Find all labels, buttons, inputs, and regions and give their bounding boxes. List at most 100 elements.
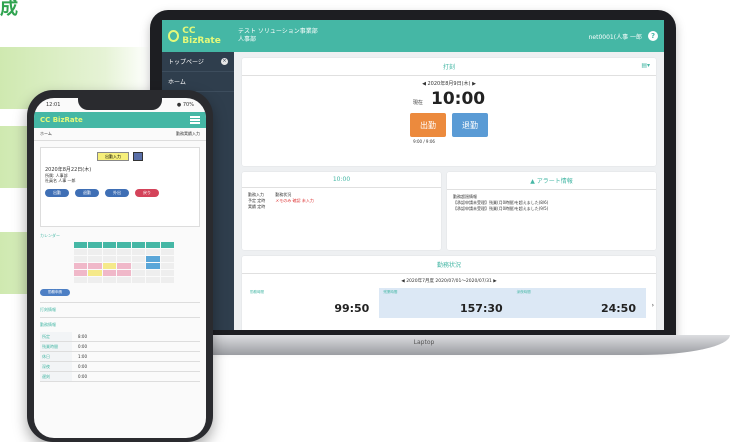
phone-home-link[interactable]: ホーム	[40, 131, 52, 137]
calendar-cell[interactable]	[74, 277, 88, 283]
schedule-card-title: 10:00	[242, 172, 442, 188]
sidebar-item-top[interactable]: トップページ ×	[162, 52, 234, 72]
calendar-cell[interactable]	[74, 249, 88, 255]
phone-subnav: ホーム 勤務実績入力	[34, 128, 206, 141]
calendar-cell[interactable]	[131, 270, 146, 276]
sidebar-item-label: トップページ	[168, 59, 204, 66]
calendar-cell[interactable]	[102, 270, 117, 276]
summary-value: 24:50	[600, 302, 636, 315]
phone-clock-out-button[interactable]: 退勤	[75, 189, 99, 197]
calendar-cell[interactable]	[88, 256, 102, 262]
calendar-cell	[88, 242, 102, 248]
phone: 12:01 ● 70% CC BizRate ホーム 勤務実績入力 出勤入力 2…	[27, 90, 213, 442]
calendar-cell[interactable]	[131, 249, 146, 255]
close-icon[interactable]: ×	[221, 58, 228, 65]
calendar-cell[interactable]	[88, 270, 102, 276]
summary-cell-overtime: 残業時間 157:30	[379, 288, 513, 318]
calendar-cell[interactable]	[160, 256, 174, 262]
table-row: 所定 8:00	[40, 332, 200, 342]
alert-line[interactable]: 【承認申請未受理】残業(月0時間)を超えました(9/5)	[453, 206, 650, 212]
help-icon[interactable]: ?	[648, 31, 658, 41]
calendar-cell[interactable]	[102, 263, 117, 269]
calendar-cell[interactable]	[146, 256, 160, 262]
department-name: 人事部	[238, 36, 257, 43]
calendar-cell[interactable]	[131, 256, 146, 262]
calendar-cell	[117, 242, 131, 248]
phone-info-line: 社員名 人事 一郎	[45, 178, 76, 183]
phone-out-button[interactable]: 外出	[105, 189, 129, 197]
calendar-cell[interactable]	[88, 277, 102, 283]
summary-cell-work: 勤務時間 99:50	[246, 288, 379, 318]
phone-calendar-icon[interactable]	[133, 152, 143, 161]
user-name[interactable]: net0001(人事 一郎	[589, 32, 642, 41]
table-value: 0:00	[78, 344, 87, 349]
phone-buttons: 出勤 退勤 外出 戻り	[45, 189, 195, 197]
schedule-link[interactable]: メモのみ 確認 未入力	[275, 198, 314, 204]
calendar-cell	[102, 242, 117, 248]
sidebar-item-label: ホーム	[168, 79, 186, 86]
calendar-cell[interactable]	[146, 277, 160, 283]
summary-period: ◀ 2020年7月度 2020/07/01〜2020/07/31 ▶	[401, 279, 497, 284]
app-logo[interactable]: CC BizRate	[168, 26, 232, 46]
phone-punch-select[interactable]: 出勤入力	[97, 152, 129, 161]
calendar-cell[interactable]	[102, 249, 117, 255]
phone-logo[interactable]: CC BizRate	[40, 116, 83, 124]
clock-date: ◀ 2020年8月9日(木) ▶	[422, 81, 476, 87]
calendar-cell[interactable]	[146, 263, 160, 269]
logo-icon	[168, 30, 180, 42]
calendar-cell[interactable]	[160, 263, 174, 269]
alert-card: ▲ アラート情報 勤務超過情報 【承認申請未受理】残業(月0時間)を超えました(…	[447, 172, 656, 250]
phone-section-work: 勤務情報	[40, 317, 200, 328]
calendar-cell[interactable]	[146, 249, 160, 255]
calendar-cell[interactable]	[88, 249, 102, 255]
calendar-cell[interactable]	[74, 256, 88, 262]
calendar-cell[interactable]	[117, 270, 131, 276]
calendar-cell[interactable]	[131, 263, 146, 269]
logo-text: CC BizRate	[182, 26, 221, 46]
clock-sub: 9:00 / 9:06	[413, 139, 435, 144]
summary-card-title: 勤務状況	[242, 256, 656, 274]
phone-clock-in-button[interactable]: 出勤	[45, 189, 69, 197]
table-key: 所定	[40, 332, 72, 341]
clock-out-button[interactable]: 退勤	[452, 113, 488, 137]
table-row: 深夜 0:00	[40, 362, 200, 372]
sidebar-item-home[interactable]: ホーム	[162, 72, 234, 92]
calendar-cell	[146, 242, 160, 248]
summary-label: 残業時間	[383, 290, 398, 294]
calendar-cell[interactable]	[102, 256, 117, 262]
app-header: CC BizRate テスト ソリューション事業部 人事部 net0001(人事…	[162, 20, 664, 52]
calendar-cell[interactable]	[117, 277, 131, 283]
calendar-cell[interactable]	[146, 270, 160, 276]
summary-value: 157:30	[459, 302, 503, 315]
next-arrow-icon[interactable]: ›	[652, 302, 654, 309]
calendar-cell[interactable]	[88, 263, 102, 269]
table-row: 遅刻 0:00	[40, 372, 200, 382]
calendar-cell[interactable]	[117, 249, 131, 255]
current-time: 10:00	[430, 89, 486, 109]
phone-notch	[78, 98, 162, 110]
hamburger-menu-icon[interactable]	[190, 116, 200, 124]
heading-fragment: 成	[0, 0, 18, 19]
phone-return-button[interactable]: 戻り	[135, 189, 159, 197]
phone-calendar-title: カレンダー	[40, 233, 60, 238]
calendar-grid	[74, 242, 174, 283]
phone-request-button[interactable]: 勤務申請	[40, 289, 70, 296]
summary-row: 勤務時間 99:50 残業時間 157:30 深夜時間 24:50	[246, 288, 646, 318]
calendar-cell[interactable]	[74, 263, 88, 269]
status-battery: ● 70%	[176, 102, 194, 108]
table-value: 1:00	[78, 354, 87, 359]
clock-in-button[interactable]: 出勤	[410, 113, 446, 137]
schedule-body: 勤務入力 予定 定時 実績 定時 勤務状況 メモのみ 確認 未入力	[242, 188, 441, 214]
summary-label: 深夜時間	[516, 290, 531, 294]
calendar-cell[interactable]	[131, 277, 146, 283]
company-info: テスト ソリューション事業部 人事部	[238, 28, 589, 44]
calendar-cell[interactable]	[117, 256, 131, 262]
calendar-cell[interactable]	[160, 270, 174, 276]
list-icon[interactable]: ▤▾	[641, 62, 650, 69]
calendar-cell[interactable]	[160, 277, 174, 283]
calendar-cell[interactable]	[160, 249, 174, 255]
calendar-cell[interactable]	[102, 277, 117, 283]
table-row: 残業時間 0:00	[40, 342, 200, 352]
calendar-cell[interactable]	[74, 270, 88, 276]
calendar-cell[interactable]	[117, 263, 131, 269]
